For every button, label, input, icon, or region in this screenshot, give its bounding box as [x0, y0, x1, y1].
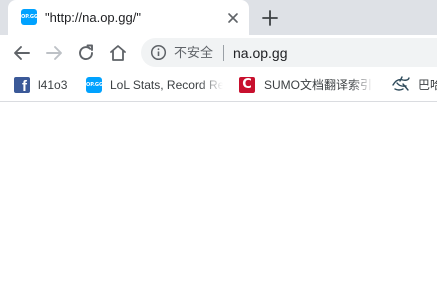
home-icon[interactable] — [107, 42, 129, 64]
tab-title: "http://na.op.gg/" — [45, 10, 141, 25]
bookmark-lol-stats[interactable]: OP.GG LoL Stats, Record Re — [86, 70, 223, 101]
bookmarks-bar: f l41o3 OP.GG LoL Stats, Record Re C SUM… — [0, 70, 437, 102]
active-tab[interactable]: OP.GG "http://na.op.gg/" — [8, 0, 249, 35]
page-content — [0, 102, 437, 307]
forward-arrow-icon[interactable] — [43, 42, 65, 64]
opgg-icon: OP.GG — [86, 77, 102, 93]
bookmark-label: 巴哈 — [418, 78, 437, 92]
bookmark-l41o3[interactable]: f l41o3 — [0, 70, 80, 101]
new-tab-icon[interactable] — [259, 7, 281, 29]
close-tab-icon[interactable] — [224, 9, 242, 27]
reload-icon[interactable] — [75, 42, 97, 64]
address-bar[interactable]: 不安全 na.op.gg — [141, 38, 437, 67]
bookmark-label: l41o3 — [38, 78, 68, 92]
dragon-icon — [391, 75, 411, 95]
url-text[interactable]: na.op.gg — [233, 44, 288, 62]
omnibox-divider — [223, 45, 224, 61]
tab-favicon-text: OP.GG — [21, 14, 37, 20]
security-label[interactable]: 不安全 — [174, 45, 213, 61]
facebook-icon: f — [14, 77, 30, 95]
info-icon[interactable] — [150, 44, 167, 61]
bookmark-favicon-text: C — [242, 77, 252, 92]
bookmark-bahamut[interactable]: 巴哈 — [391, 70, 437, 101]
tab-strip: OP.GG "http://na.op.gg/" — [0, 0, 437, 35]
opgg-favicon-icon: OP.GG — [21, 9, 37, 25]
back-arrow-icon[interactable] — [11, 42, 33, 64]
sumo-icon: C — [239, 77, 255, 93]
bookmark-sumo[interactable]: C SUMO文档翻译索引 — [239, 70, 374, 101]
bookmark-favicon-text: OP.GG — [86, 82, 102, 88]
toolbar: 不安全 na.op.gg — [0, 35, 437, 70]
